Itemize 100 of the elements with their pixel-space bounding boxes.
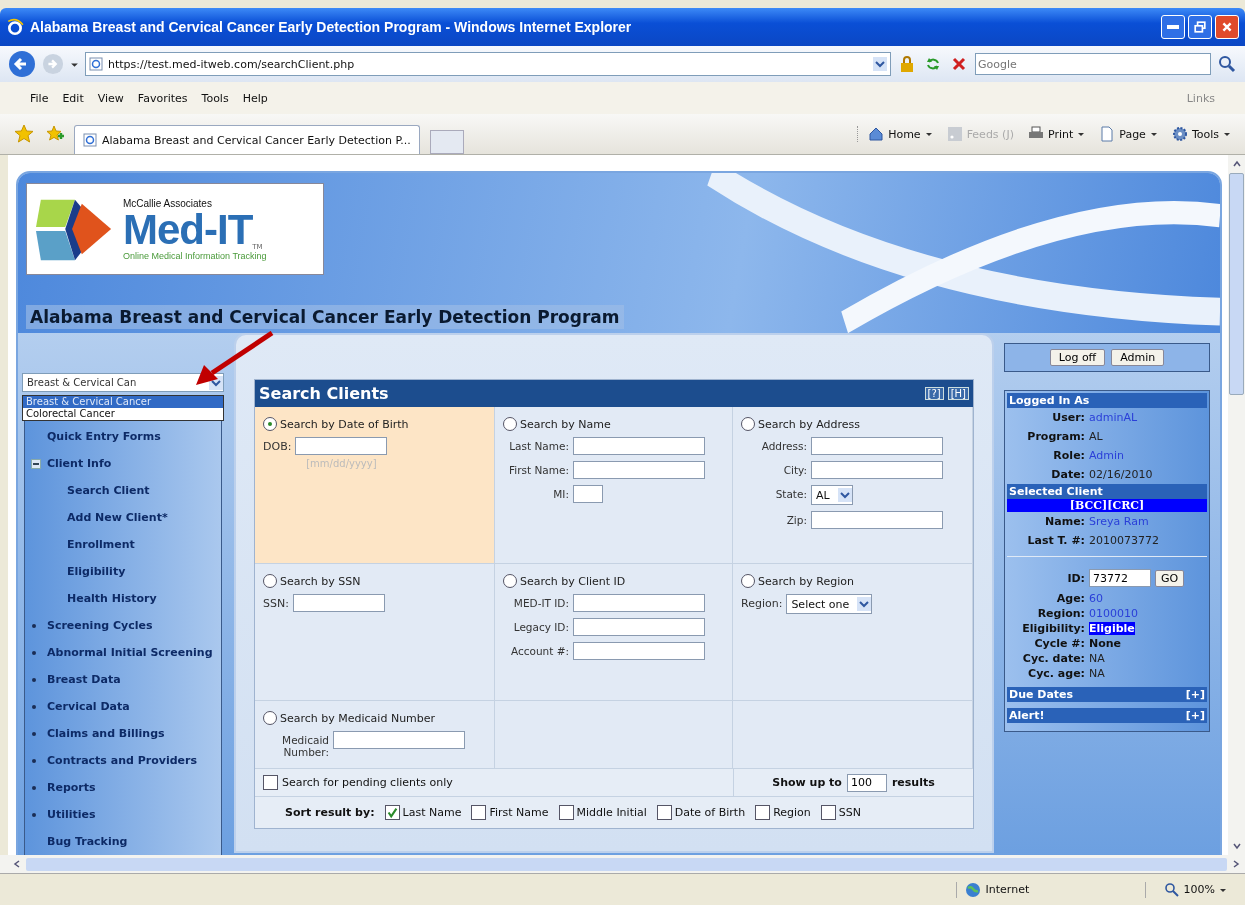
toolbar-button[interactable]: Tools [1171,126,1231,142]
text-field[interactable] [333,731,465,749]
page-icon [1099,126,1116,142]
radio-button[interactable] [263,574,277,588]
radio-button[interactable] [741,574,755,588]
nav-link[interactable]: Add New Client* [67,511,168,524]
account-button[interactable]: Admin [1111,349,1165,366]
nav-link[interactable]: Utilities [47,808,96,821]
bullet-icon[interactable] [31,757,37,764]
bullet-icon[interactable] [31,730,37,737]
nav-link[interactable]: Contracts and Providers [47,754,197,767]
dropdown-icon[interactable] [873,57,887,71]
text-field[interactable] [811,437,943,455]
nav-link[interactable]: Search Client [67,484,150,497]
bullet-icon[interactable] [31,622,37,629]
text-field[interactable] [573,485,603,503]
address-field[interactable]: https://test.med-itweb.com/searchClient.php [85,52,891,76]
header-button[interactable]: [H] [947,387,969,400]
info-label: Date: [1050,468,1085,481]
header-button[interactable]: [?] [924,387,944,400]
menu-item[interactable]: View [97,91,124,105]
search-icon[interactable] [1217,54,1237,74]
bullet-icon[interactable] [31,811,37,818]
nav-link[interactable]: Claims and Billings [47,727,165,740]
toolbar-button[interactable]: Print [1027,126,1086,142]
zoom-control[interactable]: 100% [1144,881,1245,898]
search-field[interactable]: Google [975,53,1211,75]
text-field[interactable] [292,594,385,612]
nav-link[interactable]: Abnormal Initial Screening [47,646,213,659]
collapsible-header[interactable]: Due Dates [+] [1007,687,1207,702]
toolbar-button[interactable]: Home [868,126,933,142]
text-field[interactable] [811,461,943,479]
bullet-icon[interactable] [31,676,37,683]
browser-tab[interactable]: Alabama Breast and Cervical Cancer Early Detection P... [74,125,420,154]
nav-link[interactable]: Health History [67,592,157,605]
checkbox[interactable] [384,805,400,820]
checkbox[interactable] [471,805,487,820]
checkbox[interactable] [558,805,574,820]
menu-item[interactable]: Favorites [137,91,188,105]
dropdown-option[interactable]: Colorectal Cancer [23,408,223,420]
go-button[interactable]: GO [1155,569,1185,587]
collapse-icon[interactable] [31,458,41,469]
checkbox[interactable] [656,805,672,820]
checkbox[interactable] [820,805,836,820]
nav-link[interactable]: Bug Tracking [47,835,128,848]
text-field[interactable] [295,437,388,455]
info-value: Eligible [1089,622,1135,635]
menu-item[interactable]: Help [242,91,268,105]
id-field[interactable]: 73772 [1089,569,1151,587]
nav-link[interactable]: Quick Entry Forms [47,430,161,443]
menu-item[interactable]: Tools [201,91,229,105]
dropdown[interactable]: Select one [786,594,873,614]
bullet-icon[interactable] [31,649,37,656]
text-field[interactable] [573,594,705,612]
program-dropdown[interactable]: Breast & Cervical Can [22,373,224,392]
radio-button[interactable] [263,711,277,725]
text-field[interactable] [573,618,705,636]
nav-link[interactable]: Cervical Data [47,700,130,713]
scroll-right-icon[interactable] [1231,859,1241,869]
radio-button[interactable] [503,417,517,431]
radio-button[interactable] [503,574,517,588]
checkbox[interactable] [755,805,771,820]
nav-link[interactable]: Breast Data [47,673,121,686]
collapsible-header[interactable]: Alert! [+] [1007,708,1207,723]
text-field[interactable] [573,437,705,455]
star-icon[interactable] [14,124,34,144]
scroll-left-icon[interactable] [12,859,22,869]
add-favorite-icon[interactable] [44,124,64,144]
vertical-scrollbar[interactable] [1228,155,1245,855]
nav-link[interactable]: Screening Cycles [47,619,153,632]
text-field[interactable] [573,461,705,479]
minimize-button[interactable] [1161,15,1185,39]
dropdown[interactable]: AL [811,485,853,505]
nav-link[interactable]: Enrollment [67,538,135,551]
field-label: MI: [552,487,569,500]
dropdown-option[interactable]: Breast & Cervical Cancer [23,396,223,408]
checkbox[interactable] [263,775,278,790]
maximize-button[interactable] [1188,15,1212,39]
scroll-up-icon[interactable] [1231,159,1242,169]
close-button[interactable] [1215,15,1239,39]
text-field[interactable] [811,511,943,529]
account-button[interactable]: Log off [1049,349,1106,366]
back-button[interactable] [8,50,36,78]
text-field[interactable] [573,642,705,660]
bullet-icon[interactable] [31,784,37,791]
radio-button[interactable] [263,417,277,431]
toolbar-button[interactable]: Page [1099,126,1158,142]
menu-item[interactable]: Edit [62,91,84,105]
menu-item[interactable]: File [30,91,49,105]
nav-link[interactable]: Reports [47,781,96,794]
bullet-icon[interactable] [31,703,37,710]
scroll-down-icon[interactable] [1231,841,1242,851]
nav-link[interactable]: Eligibility [67,565,126,578]
info-value: Sreya Ram [1089,515,1149,528]
caret-icon [1223,130,1231,138]
horizontal-scrollbar[interactable] [0,855,1245,873]
radio-button[interactable] [741,417,755,431]
nav-link[interactable]: Client Info [47,457,112,470]
limit-field[interactable]: 100 [846,773,887,792]
links-label[interactable]: Links [1186,91,1215,105]
